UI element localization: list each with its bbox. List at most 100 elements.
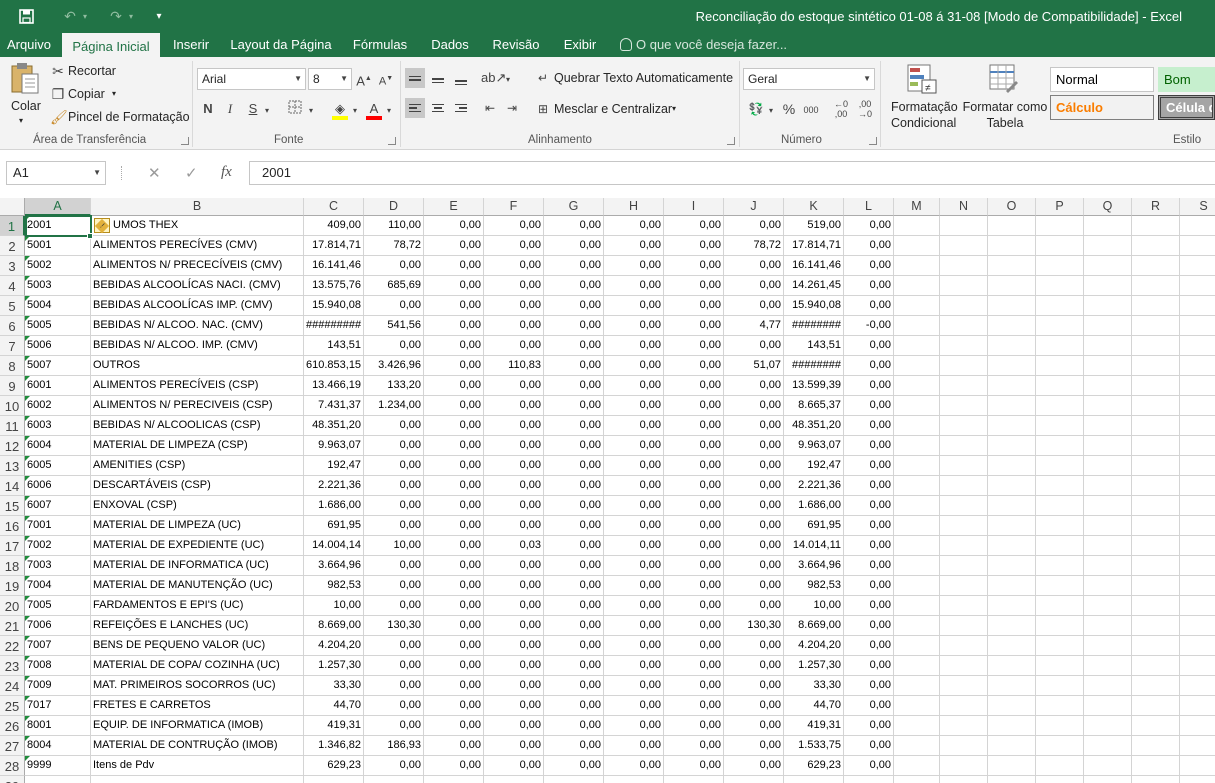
column-header-p[interactable]: P [1036,198,1084,216]
column-header-a[interactable]: A [25,198,91,216]
cell-p1[interactable] [1036,216,1084,236]
cell-l24[interactable]: 0,00 [844,676,894,696]
grow-font-icon[interactable]: A▲ [356,70,372,90]
cell-m19[interactable] [894,576,940,596]
cell-b4[interactable]: BEBIDAS ALCOOLÍCAS NACI. (CMV) [91,276,304,296]
tab-arquivo[interactable]: Arquivo [0,33,58,57]
cell-q29[interactable] [1084,776,1132,783]
cell-s27[interactable] [1180,736,1215,756]
cell-f21[interactable]: 0,00 [484,616,544,636]
cell-l22[interactable]: 0,00 [844,636,894,656]
cell-k1[interactable]: 519,00 [784,216,844,236]
cell-p11[interactable] [1036,416,1084,436]
row-header[interactable]: 8 [0,356,25,376]
cell-c8[interactable]: 610.853,15 [304,356,364,376]
align-bottom-icon[interactable] [451,68,471,88]
cell-i10[interactable]: 0,00 [664,396,724,416]
italic-button[interactable]: I [222,100,238,118]
cell-k29[interactable] [784,776,844,783]
cell-p23[interactable] [1036,656,1084,676]
cell-h2[interactable]: 0,00 [604,236,664,256]
tab-layout-da-pagina[interactable]: Layout da Página [226,33,336,57]
cell-o8[interactable] [988,356,1036,376]
cell-n14[interactable] [940,476,988,496]
cell-n15[interactable] [940,496,988,516]
cell-r6[interactable] [1132,316,1180,336]
align-top-icon[interactable] [405,68,425,88]
cell-q4[interactable] [1084,276,1132,296]
style-good[interactable]: Bom [1158,67,1215,92]
cell-i22[interactable]: 0,00 [664,636,724,656]
cell-m25[interactable] [894,696,940,716]
cell-g10[interactable]: 0,00 [544,396,604,416]
cell-o15[interactable] [988,496,1036,516]
cell-m9[interactable] [894,376,940,396]
cell-d28[interactable]: 0,00 [364,756,424,776]
cell-m16[interactable] [894,516,940,536]
cell-l12[interactable]: 0,00 [844,436,894,456]
cell-n9[interactable] [940,376,988,396]
bold-button[interactable]: N [200,100,216,118]
cell-g23[interactable]: 0,00 [544,656,604,676]
cell-f10[interactable]: 0,00 [484,396,544,416]
cell-q24[interactable] [1084,676,1132,696]
cell-q6[interactable] [1084,316,1132,336]
cell-q8[interactable] [1084,356,1132,376]
cell-r17[interactable] [1132,536,1180,556]
cell-g9[interactable]: 0,00 [544,376,604,396]
cell-g21[interactable]: 0,00 [544,616,604,636]
cell-j28[interactable]: 0,00 [724,756,784,776]
paste-button[interactable]: Colar ▾ [6,61,42,131]
cell-b6[interactable]: BEBIDAS N/ ALCOO. NAC. (CMV) [91,316,304,336]
cell-m27[interactable] [894,736,940,756]
cell-n22[interactable] [940,636,988,656]
cell-r3[interactable] [1132,256,1180,276]
cell-o3[interactable] [988,256,1036,276]
cell-d22[interactable]: 0,00 [364,636,424,656]
cell-d26[interactable]: 0,00 [364,716,424,736]
cell-i15[interactable]: 0,00 [664,496,724,516]
cell-e2[interactable]: 0,00 [424,236,484,256]
tab-dados[interactable]: Dados [424,33,476,57]
cell-i16[interactable]: 0,00 [664,516,724,536]
cell-n26[interactable] [940,716,988,736]
cell-c4[interactable]: 13.575,76 [304,276,364,296]
cell-l10[interactable]: 0,00 [844,396,894,416]
cell-l17[interactable]: 0,00 [844,536,894,556]
cell-j9[interactable]: 0,00 [724,376,784,396]
cell-g27[interactable]: 0,00 [544,736,604,756]
cell-b19[interactable]: MATERIAL DE MANUTENÇÃO (UC) [91,576,304,596]
cell-h23[interactable]: 0,00 [604,656,664,676]
row-header[interactable]: 9 [0,376,25,396]
row-header[interactable]: 23 [0,656,25,676]
cell-g13[interactable]: 0,00 [544,456,604,476]
column-header-n[interactable]: N [940,198,988,216]
cell-p17[interactable] [1036,536,1084,556]
cell-r27[interactable] [1132,736,1180,756]
cell-l25[interactable]: 0,00 [844,696,894,716]
cell-e5[interactable]: 0,00 [424,296,484,316]
cell-a29[interactable] [25,776,91,783]
cell-e1[interactable]: 0,00 [424,216,484,236]
cell-m14[interactable] [894,476,940,496]
cell-n20[interactable] [940,596,988,616]
cell-o25[interactable] [988,696,1036,716]
column-header-b[interactable]: B [91,198,304,216]
cell-o2[interactable] [988,236,1036,256]
cell-p12[interactable] [1036,436,1084,456]
cell-h1[interactable]: 0,00 [604,216,664,236]
cell-b29[interactable] [91,776,304,783]
cell-h8[interactable]: 0,00 [604,356,664,376]
cut-button[interactable]: ✂ Recortar [50,62,120,80]
cell-e15[interactable]: 0,00 [424,496,484,516]
cell-l23[interactable]: 0,00 [844,656,894,676]
row-header[interactable]: 7 [0,336,25,356]
cell-c15[interactable]: 1.686,00 [304,496,364,516]
cell-g19[interactable]: 0,00 [544,576,604,596]
row-header[interactable]: 10 [0,396,25,416]
cell-g7[interactable]: 0,00 [544,336,604,356]
cell-i7[interactable]: 0,00 [664,336,724,356]
cell-q21[interactable] [1084,616,1132,636]
cell-d15[interactable]: 0,00 [364,496,424,516]
cell-r19[interactable] [1132,576,1180,596]
